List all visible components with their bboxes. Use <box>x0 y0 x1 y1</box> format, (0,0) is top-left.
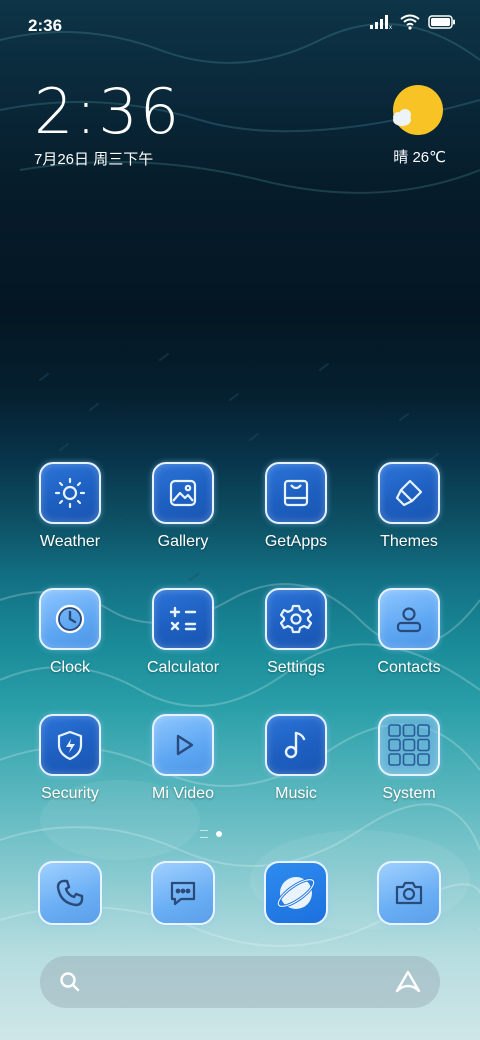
dock-phone[interactable] <box>38 861 102 925</box>
app-settings-tile[interactable] <box>265 588 327 650</box>
play-icon <box>176 734 194 756</box>
app-clock-tile[interactable] <box>39 588 101 650</box>
dock-messages-tile[interactable] <box>151 861 215 925</box>
shield-icon <box>57 730 83 761</box>
calculator-icon <box>169 606 197 631</box>
app-getapps[interactable]: GetApps <box>241 462 351 551</box>
dock-browser-tile[interactable] <box>264 861 328 925</box>
battery-icon <box>428 15 455 29</box>
app-themes[interactable]: Themes <box>354 462 464 551</box>
app-label: Themes <box>380 533 438 550</box>
person-icon <box>396 607 422 633</box>
clock-widget[interactable]: 2:36 7月26日 周三下午 <box>34 80 181 169</box>
folder-grid-icon <box>388 724 430 766</box>
app-label: Music <box>275 785 317 802</box>
app-label: Gallery <box>157 533 209 550</box>
image-icon <box>169 479 197 507</box>
search-button[interactable] <box>58 970 82 999</box>
dock-camera-tile[interactable] <box>377 861 441 925</box>
wifi-icon <box>400 14 420 30</box>
app-contacts-tile[interactable] <box>378 588 440 650</box>
assistant-icon <box>395 970 421 993</box>
assistant-button[interactable] <box>394 969 422 1000</box>
app-label: Settings <box>267 659 325 676</box>
shopping-bag-icon <box>283 479 309 507</box>
weather-summary: 晴 26℃ <box>393 149 446 166</box>
dock-messages[interactable] <box>151 861 215 925</box>
app-weather[interactable]: Weather <box>15 462 125 551</box>
phone-icon <box>56 879 84 907</box>
app-security[interactable]: Security <box>15 714 125 803</box>
page-indicator-dot <box>216 831 222 837</box>
status-bar: 2:36 x <box>0 0 480 50</box>
app-settings[interactable]: Settings <box>241 588 351 677</box>
app-system-folder[interactable]: System <box>354 714 464 803</box>
app-gallery[interactable]: Gallery <box>128 462 238 551</box>
app-label: Weather <box>39 533 101 550</box>
status-time: 2:36 <box>28 16 63 35</box>
app-themes-tile[interactable] <box>378 462 440 524</box>
sun-icon <box>54 477 86 509</box>
app-getapps-tile[interactable] <box>265 462 327 524</box>
camera-icon <box>395 881 423 905</box>
gear-icon <box>279 604 313 634</box>
chat-icon <box>170 881 196 906</box>
page-indicator-lines <box>200 830 208 838</box>
clock-icon <box>55 604 85 634</box>
app-music-tile[interactable] <box>265 714 327 776</box>
paint-brush-icon <box>395 479 423 507</box>
dock-camera[interactable] <box>377 861 441 925</box>
app-mi-video[interactable]: Mi Video <box>128 714 238 803</box>
app-calculator[interactable]: Calculator <box>128 588 238 677</box>
signal-icon: x <box>370 15 392 29</box>
dock-browser[interactable] <box>264 861 328 925</box>
app-gallery-tile[interactable] <box>152 462 214 524</box>
widget-time: 2:36 <box>34 75 182 148</box>
app-label: Clock <box>49 659 90 676</box>
dock-phone-tile[interactable] <box>38 861 102 925</box>
svg-text:x: x <box>389 25 392 29</box>
app-label: Mi Video <box>152 785 214 802</box>
app-label: Security <box>41 785 99 802</box>
widget-date: 7月26日 周三下午 <box>34 151 154 168</box>
app-music[interactable]: Music <box>241 714 351 803</box>
app-calculator-tile[interactable] <box>152 588 214 650</box>
search-bar[interactable] <box>40 956 440 1008</box>
app-label: System <box>382 785 436 802</box>
planet-icon <box>276 877 316 909</box>
sun-cloud-icon <box>393 85 443 135</box>
app-label: GetApps <box>264 533 328 550</box>
app-label: Calculator <box>146 659 220 676</box>
music-note-icon <box>284 731 306 759</box>
app-weather-tile[interactable] <box>39 462 101 524</box>
app-system-folder-tile[interactable] <box>378 714 440 776</box>
app-mi-video-tile[interactable] <box>152 714 214 776</box>
app-contacts[interactable]: Contacts <box>354 588 464 677</box>
app-security-tile[interactable] <box>39 714 101 776</box>
app-clock[interactable]: Clock <box>15 588 125 677</box>
app-label: Contacts <box>377 659 441 676</box>
search-icon <box>60 972 80 992</box>
page-indicator[interactable] <box>200 830 222 838</box>
